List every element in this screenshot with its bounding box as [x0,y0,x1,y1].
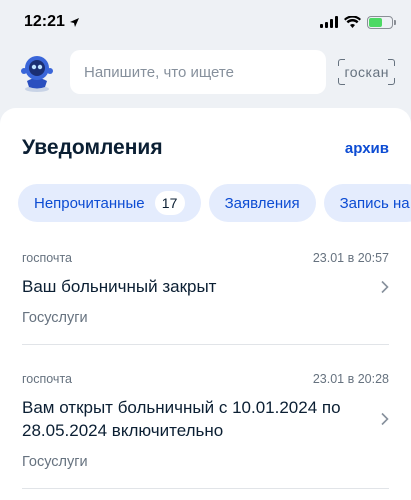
notification-category: госпочта [22,251,72,265]
notifications-sheet: Уведомления архив Непрочитанные 17 Заявл… [0,108,411,500]
search-placeholder: Напишите, что ищете [84,63,234,81]
notification-meta: госпочта 23.01 в 20:57 [22,251,389,265]
notification-timestamp: 23.01 в 20:57 [312,251,389,265]
wifi-icon [344,16,361,28]
scan-button[interactable]: госкан [338,57,395,87]
unread-count-badge: 17 [154,191,185,215]
chip-label: Заявления [224,194,300,212]
status-icons [320,15,396,29]
chip-unread[interactable]: Непрочитанные 17 [18,184,201,222]
notification-title: Вам открыт больничный с 10.01.2024 по 28… [22,398,341,440]
battery-icon [367,15,396,29]
scan-label: госкан [344,64,389,80]
chevron-right-icon [381,280,389,293]
notification-title-row: Вам открыт больничный с 10.01.2024 по 28… [22,396,389,442]
location-arrow-icon [69,17,79,27]
notification-title: Ваш больничный закрыт [22,277,217,296]
status-bar: 12:21 [0,0,411,44]
notification-source: Госуслуги [22,310,88,326]
filter-chips: Непрочитанные 17 Заявления Запись на [18,184,411,222]
chip-applications[interactable]: Заявления [208,184,316,222]
status-time-wrap: 12:21 [24,13,80,31]
notification-timestamp: 23.01 в 20:28 [312,372,389,386]
status-time: 12:21 [24,13,65,30]
chip-label: Непрочитанные [34,194,145,212]
notification-source: Госуслуги [22,454,88,470]
signal-icon [320,16,338,28]
sheet-header: Уведомления архив [22,136,389,160]
notification-title-row: Ваш больничный закрыт [22,275,389,298]
notification-item[interactable]: госпочта 23.01 в 20:57 Ваш больничный за… [22,251,389,345]
search-row: Напишите, что ищете госкан [0,48,411,96]
notification-category: госпочта [22,372,72,386]
chip-label: Запись на [339,194,410,212]
notification-meta: госпочта 23.01 в 20:28 [22,372,389,386]
chip-appointments[interactable]: Запись на [323,184,411,222]
search-input[interactable]: Напишите, что ищете [70,50,327,94]
page-title: Уведомления [22,136,163,159]
chevron-right-icon [381,412,389,426]
archive-link[interactable]: архив [345,140,389,157]
notification-item[interactable]: госпочта 23.01 в 20:28 Вам открыт больни… [22,372,389,489]
robot-avatar-icon[interactable] [16,51,58,93]
